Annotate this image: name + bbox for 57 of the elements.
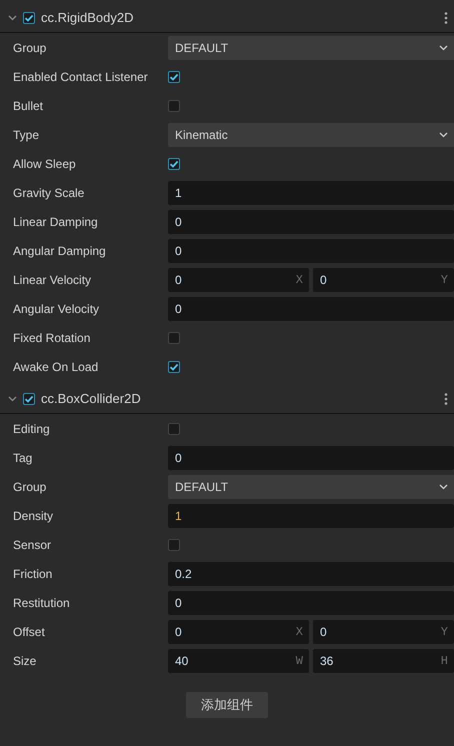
number-field[interactable]: 0 X [168,268,309,292]
property-label: Gravity Scale [13,186,86,200]
property-label: Restitution [13,596,71,610]
chevron-down-icon [439,484,448,490]
property-label: Group [13,480,48,494]
property-label: Friction [13,566,54,580]
checkbox[interactable] [168,360,180,372]
property-label: Group [13,40,48,54]
number-field[interactable]: 0 Y [313,268,454,292]
property-label: Type [13,128,40,142]
property-label: Fixed Rotation [13,330,92,344]
more-options-icon[interactable] [444,12,448,24]
number-field[interactable]: 0 [168,446,454,470]
number-field[interactable]: 0 [168,238,454,262]
property-label: Angular Damping [13,244,107,258]
property-label: Size [13,654,38,668]
number-field[interactable]: 0 [168,210,454,234]
chevron-down-icon [439,132,448,138]
number-field[interactable]: 0 X [168,620,309,644]
property-label: Offset [13,624,46,638]
dropdown[interactable]: Kinematic [168,122,454,146]
chevron-down-icon[interactable] [8,14,17,20]
more-options-icon[interactable] [444,392,448,404]
component-title: cc.BoxCollider2D [41,391,142,406]
number-field[interactable]: 0 Y [313,620,454,644]
component-title: cc.RigidBody2D [41,10,134,25]
property-label: Angular Velocity [13,302,100,316]
property-label: Tag [13,450,34,464]
checkbox[interactable] [168,100,180,112]
number-field[interactable]: 40 W [168,648,309,672]
add-component-button[interactable]: 添加组件 [186,692,268,718]
number-field[interactable]: 1 [168,504,454,528]
property-label: Linear Damping [13,214,99,228]
property-label: Density [13,508,54,522]
checkbox[interactable] [168,332,180,344]
property-label: Editing [13,422,51,436]
property-label: Awake On Load [13,360,100,374]
checkbox[interactable] [168,70,180,82]
checkbox[interactable] [23,12,35,24]
number-field[interactable]: 0.2 [168,562,454,586]
number-field[interactable]: 1 [168,180,454,204]
property-label: Sensor [13,538,52,552]
number-field[interactable]: 0 [168,296,454,320]
property-label: Enabled Contact Listener [13,70,149,84]
property-label: Linear Velocity [13,272,92,286]
checkbox[interactable] [168,158,180,170]
chevron-down-icon[interactable] [8,396,17,402]
checkbox[interactable] [168,538,180,550]
property-label: Bullet [13,98,44,112]
checkbox[interactable] [23,392,35,404]
chevron-down-icon [439,44,448,50]
number-field[interactable]: 0 [168,590,454,614]
dropdown[interactable]: DEFAULT [168,474,454,498]
dropdown[interactable]: DEFAULT [168,36,454,60]
property-label: Allow Sleep [13,156,77,170]
number-field[interactable]: 36 H [313,648,454,672]
checkbox[interactable] [168,422,180,434]
